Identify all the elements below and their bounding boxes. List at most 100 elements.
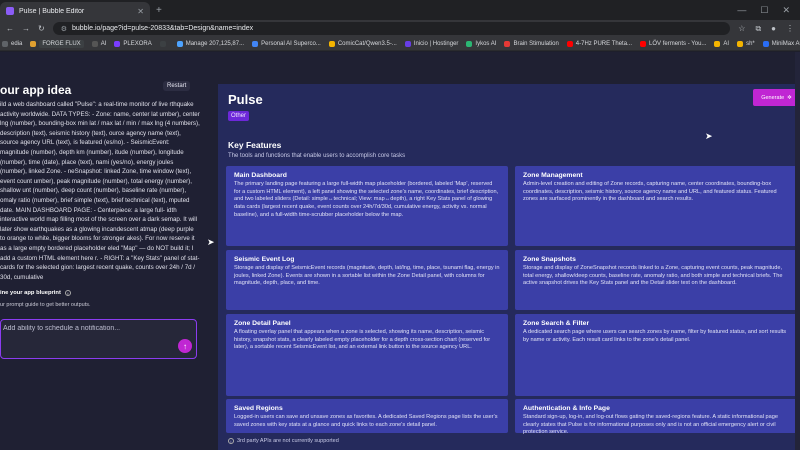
category-badge: Other (228, 111, 250, 121)
browser-tab[interactable]: Pulse | Bubble Editor ✕ (0, 2, 150, 20)
feature-description: A dedicated search page where users can … (523, 329, 787, 343)
feature-card: Saved Regions Logged-in users can save an… (226, 399, 508, 433)
feature-card: Zone Snapshots Storage and display of Zon… (515, 250, 797, 310)
app-title: Pulse (228, 92, 263, 107)
profile-icon[interactable]: ● (771, 24, 776, 34)
bookmark-label: Brain Stimulation (513, 40, 559, 47)
page-scrollbar[interactable] (795, 52, 800, 450)
bookmark-favicon-icon (566, 40, 573, 47)
feature-description: Standard sign-up, log-in, and log-out fl… (523, 414, 778, 436)
idea-heading: our app idea (0, 83, 72, 97)
bookmark-item[interactable]: LÖV ferments - You... (640, 40, 707, 47)
bookmark-item[interactable] (159, 40, 169, 47)
generate-label: Generate (761, 94, 785, 101)
feature-card: Zone Detail Panel A floating overlay pane… (226, 314, 508, 396)
bookmark-item[interactable]: PLEXORA (114, 40, 152, 47)
back-icon[interactable]: ← (6, 24, 14, 33)
feature-description: Storage and display of ZoneSnapshot reco… (523, 265, 783, 287)
feature-card: Main Dashboard The primary landing page f… (226, 166, 508, 246)
bookmark-item[interactable]: ComicCat/Qwen3.5-... (328, 40, 397, 47)
bookmark-label: LÖV ferments - You... (649, 40, 707, 47)
extensions-icon[interactable]: ⧉ (755, 24, 761, 34)
bookmark-item[interactable]: edia (2, 40, 22, 47)
feature-title: Zone Snapshots (523, 256, 576, 263)
bookmark-favicon-icon (640, 40, 647, 47)
mouse-cursor-icon: ➤ (207, 237, 215, 247)
bookmark-favicon-icon (328, 40, 335, 47)
bookmark-item[interactable]: sh* (737, 40, 755, 47)
feature-title: Zone Management (523, 172, 583, 179)
bookmark-item[interactable]: Iykos AI (466, 40, 496, 47)
bookmark-item[interactable]: Inicio | Hostinger (404, 40, 458, 47)
feature-description: A floating overlay panel that appears wh… (234, 329, 491, 351)
bookmark-favicon-icon (466, 40, 473, 47)
feature-title: Zone Search & Filter (523, 320, 590, 327)
forward-icon[interactable]: → (22, 24, 30, 33)
bookmark-item[interactable]: 4-7Hz PURE Theta... (566, 40, 633, 47)
bookmark-label: 4-7Hz PURE Theta... (575, 40, 633, 47)
app-idea-text: ild a web dashboard called "Pulse": a re… (0, 101, 200, 281)
sparkle-icon: ✲ (787, 94, 792, 101)
url-field[interactable]: ⚙ bubble.io/page?id=pulse-20833&tab=Desi… (52, 22, 731, 35)
generate-button[interactable]: Generate ✲ (753, 89, 800, 106)
bookmark-item[interactable]: MiniMax Audio | AI... (762, 40, 800, 47)
bookmark-item[interactable]: AI (91, 40, 106, 47)
feature-title: Authentication & Info Page (523, 405, 610, 412)
bookmark-item[interactable]: Brain Stimulation (504, 40, 559, 47)
bubble-favicon-icon (6, 7, 14, 15)
feature-title: Zone Detail Panel (234, 320, 291, 327)
bookmark-favicon-icon (114, 40, 121, 47)
blueprint-heading: ine your app blueprint i (0, 290, 71, 296)
feature-description: Admin-level creation and editing of Zone… (523, 181, 777, 203)
feature-title: Saved Regions (234, 405, 283, 412)
info-icon: i (228, 438, 234, 444)
api-footnote: i 3rd party APIs are not currently suppo… (228, 438, 339, 444)
bookmark-label: Manage 207,125,87... (185, 40, 245, 47)
site-info-icon[interactable]: ⚙ (61, 25, 67, 33)
mouse-cursor-icon: ➤ (705, 131, 713, 141)
bookmark-star-icon[interactable]: ☆ (738, 24, 745, 34)
feature-card: Zone Search & Filter A dedicated search p… (515, 314, 797, 396)
bookmark-favicon-icon (2, 40, 8, 47)
url-text: bubble.io/page?id=pulse-20833&tab=Design… (71, 25, 254, 32)
idea-sidebar: our app idea Restart ild a web dashboard… (0, 52, 210, 450)
prompt-input[interactable] (3, 325, 173, 332)
menu-icon[interactable]: ⋮ (786, 24, 794, 34)
bookmark-label: AI (723, 40, 730, 47)
info-icon[interactable]: i (64, 290, 71, 296)
prompt-composer: ↑ (0, 319, 197, 359)
footnote-text: 3rd party APIs are not currently support… (237, 438, 339, 444)
browser-tab-strip: Pulse | Bubble Editor ✕ + — ☐ ✕ (0, 0, 800, 20)
feature-card: Zone Management Admin-level creation and … (515, 166, 797, 246)
bookmark-favicon-icon (91, 40, 98, 47)
new-tab-icon[interactable]: + (156, 5, 162, 16)
prompt-guide-link[interactable]: ur prompt guide to get better outputs. (0, 302, 91, 308)
bookmark-favicon-icon (252, 40, 259, 47)
feature-description: The primary landing page featuring a lar… (234, 181, 499, 218)
bookmark-favicon-icon (176, 40, 183, 47)
bookmark-item[interactable]: AI (714, 40, 730, 47)
bookmark-favicon-icon (714, 40, 721, 47)
close-tab-icon[interactable]: ✕ (137, 7, 144, 16)
restart-button[interactable]: Restart (163, 81, 191, 91)
blueprint-label: ine your app blueprint (0, 290, 61, 296)
key-features-heading: Key Features (228, 140, 282, 150)
key-features-subtitle: The tools and functions that enable user… (228, 153, 406, 159)
bookmark-label: FORGE FLUX (39, 39, 84, 48)
bookmark-favicon-icon (504, 40, 511, 47)
send-arrow-icon[interactable]: ↑ (178, 339, 192, 353)
maximize-icon[interactable]: ☐ (760, 5, 768, 16)
tab-title: Pulse | Bubble Editor (19, 7, 85, 15)
close-window-icon[interactable]: ✕ (782, 5, 790, 16)
bookmark-favicon-icon (404, 40, 411, 47)
bookmark-item[interactable]: Manage 207,125,87... (176, 40, 245, 47)
reload-icon[interactable]: ↻ (38, 24, 45, 33)
feature-description: Storage and display of SeismicEvent reco… (234, 265, 500, 287)
bookmark-favicon-icon (762, 40, 769, 47)
bookmark-label: Personal AI Superco... (261, 40, 321, 47)
minimize-icon[interactable]: — (737, 5, 746, 16)
bookmark-item[interactable]: FORGE FLUX (30, 39, 84, 48)
feature-card: Authentication & Info Page Standard sign-… (515, 399, 797, 435)
bookmark-item[interactable]: Personal AI Superco... (252, 40, 321, 47)
feature-description: Logged-in users can save and unsave zone… (234, 414, 498, 428)
